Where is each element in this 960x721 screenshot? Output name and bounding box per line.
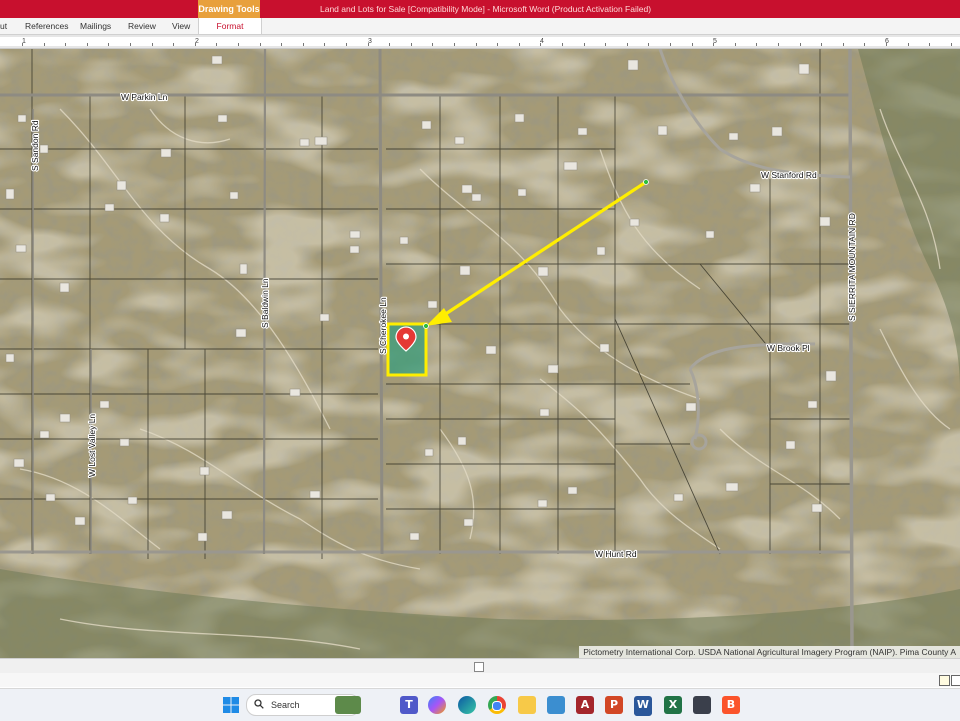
full-screen-view-icon[interactable]: [951, 675, 960, 686]
ruler-tick: [44, 43, 45, 46]
street-label-cherokee: S Cherokee Ln: [378, 297, 388, 354]
tab-view[interactable]: View: [172, 18, 190, 34]
brave-icon[interactable]: B: [722, 696, 740, 714]
ruler-tick: [908, 43, 909, 46]
tab-review[interactable]: Review: [128, 18, 156, 34]
ruler-tick: [713, 43, 714, 46]
ruler-tick: [216, 43, 217, 46]
tab-format[interactable]: Format: [198, 18, 262, 34]
ruler-tick: [756, 43, 757, 46]
aerial-map-image[interactable]: W Parkin Ln W Stanford Rd W Brook Pl W H…: [0, 49, 960, 658]
ruler-tick: [670, 43, 671, 46]
street-label-stanford: W Stanford Rd: [761, 170, 817, 180]
ruler-tick: [173, 43, 174, 46]
ruler-tick: [260, 43, 261, 46]
ruler-tick: [584, 43, 585, 46]
scroll-thumb[interactable]: [474, 662, 484, 672]
ruler-tick: [929, 43, 930, 46]
ruler-tick: [411, 43, 412, 46]
ruler-tick: [497, 43, 498, 46]
ruler-tick: [843, 43, 844, 46]
teams-icon[interactable]: T: [400, 696, 418, 714]
search-icon: [254, 699, 264, 709]
ruler-tick: [281, 43, 282, 46]
ruler-tick: [238, 43, 239, 46]
ruler-tick: [821, 43, 822, 46]
ruler-tick: [454, 43, 455, 46]
ruler-tick: [389, 43, 390, 46]
word-icon[interactable]: W: [634, 696, 652, 716]
access-icon[interactable]: A: [576, 696, 594, 714]
ruler-tick: [886, 43, 887, 46]
print-layout-view-icon[interactable]: [939, 675, 950, 686]
tab-mailings[interactable]: Mailings: [80, 18, 111, 34]
ruler-tick: [152, 43, 153, 46]
horizontal-scrollbar[interactable]: [0, 658, 960, 673]
wash-texture-layer: [0, 49, 960, 658]
ruler-tick: [22, 43, 23, 46]
excel-icon[interactable]: X: [664, 696, 682, 714]
ruler-tick: [346, 43, 347, 46]
tab-references[interactable]: References: [25, 18, 68, 34]
ruler-tick: [368, 43, 369, 46]
ruler-tick: [562, 43, 563, 46]
ribbon-tab-row: ut References Mailings Review View Forma…: [0, 18, 960, 35]
ruler-tick: [195, 43, 196, 46]
windows-taskbar: Search T A P W X B: [0, 688, 960, 721]
street-label-baldwin: S Baldwin Ln: [260, 278, 270, 328]
vm-icon[interactable]: [693, 696, 711, 714]
ruler-tick: [476, 43, 477, 46]
photos-icon[interactable]: [547, 696, 565, 714]
ruler-tick: [65, 43, 66, 46]
ruler-tick: [951, 43, 952, 46]
ruler-tick: [303, 43, 304, 46]
ruler-tick: [87, 43, 88, 46]
ruler-tick: [648, 43, 649, 46]
ruler-tick: [432, 43, 433, 46]
tab-layout[interactable]: ut: [0, 18, 7, 34]
search-placeholder: Search: [271, 700, 300, 710]
ruler-tick: [735, 43, 736, 46]
ruler-tick: [540, 43, 541, 46]
ruler-tick: [778, 43, 779, 46]
windows-start-icon[interactable]: [222, 696, 240, 714]
ruler-tick: [864, 43, 865, 46]
ruler-tick: [108, 43, 109, 46]
title-bar: Drawing Tools Land and Lots for Sale [Co…: [0, 0, 960, 18]
edge-icon[interactable]: [458, 696, 476, 714]
ruler-tick: [130, 43, 131, 46]
document-title: Land and Lots for Sale [Compatibility Mo…: [320, 4, 652, 14]
horizontal-ruler[interactable]: 1 2 3 4 5 6: [0, 35, 960, 49]
drawing-tools-context-tab[interactable]: Drawing Tools: [198, 0, 260, 18]
chrome-icon[interactable]: [488, 696, 506, 714]
ruler-tick: [800, 43, 801, 46]
ruler-tick: [692, 43, 693, 46]
street-label-hunt: W Hunt Rd: [595, 549, 637, 559]
street-label-sierrita: S SIERRITA MOUNTAIN RD: [847, 213, 857, 321]
taskbar-search-box[interactable]: Search: [246, 694, 361, 716]
ruler-tick: [627, 43, 628, 46]
powerpoint-icon[interactable]: P: [605, 696, 623, 714]
ruler-tick: [324, 43, 325, 46]
ruler-tick: [605, 43, 606, 46]
street-label-sandon: S Sandon Rd: [30, 120, 40, 171]
aerial-map-svg: W Parkin Ln W Stanford Rd W Brook Pl W H…: [0, 49, 960, 658]
street-label-parkin: W Parkin Ln: [121, 92, 168, 102]
file-explorer-icon[interactable]: [518, 696, 536, 714]
map-attribution: Pictometry International Corp. USDA Nati…: [579, 646, 960, 658]
street-label-brook: W Brook Pl: [767, 343, 810, 353]
status-bar: [0, 673, 960, 687]
ruler-tick: [519, 43, 520, 46]
copilot-icon[interactable]: [428, 696, 446, 714]
widgets-icon[interactable]: [335, 696, 361, 714]
street-label-lost-valley: W Lost Valley Ln: [87, 414, 97, 477]
